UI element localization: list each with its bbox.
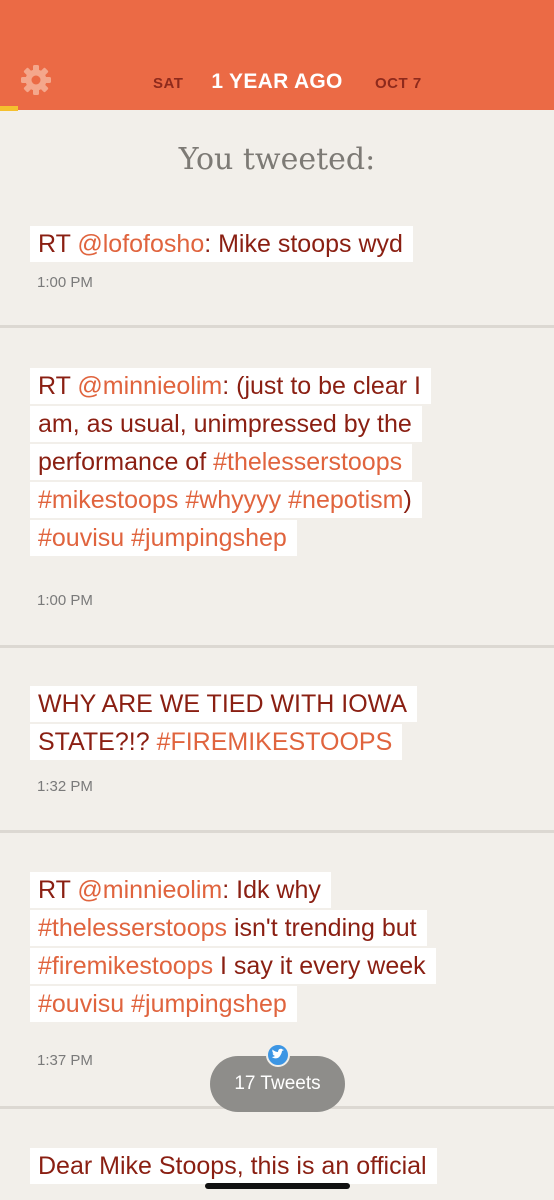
tweet-text: RT @minnieolim: (just to be clear I am, a… [30, 368, 530, 558]
hashtag-link[interactable]: #mikestoops [38, 486, 178, 514]
app-header: SAT 1 YEAR AGO OCT 7 [0, 0, 554, 111]
tweet-text-segment: : Idk why [222, 876, 321, 904]
hashtag-link[interactable]: #jumpingshep [131, 990, 287, 1018]
tweet-text: RT @minnieolim: Idk why #thelesserstoops … [30, 872, 530, 1024]
tweet-divider [0, 830, 554, 833]
next-day-button[interactable]: OCT 7 [375, 75, 422, 92]
tweet-line: RT @lofofosho: Mike stoops wyd [30, 226, 413, 262]
tweet-text-segment: ) [403, 486, 412, 514]
hashtag-link[interactable]: #ouvisu [38, 524, 124, 552]
tweet-text-segment: : Mike stoops wyd [204, 230, 403, 258]
tweet-text-segment: RT [38, 230, 78, 258]
tweet-text-segment: I say it every week [213, 952, 426, 980]
hashtag-link[interactable]: #jumpingshep [131, 524, 287, 552]
tweet-timestamp: 1:00 PM [37, 274, 93, 291]
tweet-text: RT @lofofosho: Mike stoops wyd [30, 226, 530, 264]
tweet-timestamp: 1:32 PM [37, 778, 93, 795]
hashtag-link[interactable]: #thelesserstoops [38, 914, 227, 942]
tweet-line: am, as usual, unimpressed by the [30, 406, 422, 442]
home-indicator [205, 1183, 350, 1189]
tweet-timestamp: 1:37 PM [37, 1052, 93, 1069]
mention-link[interactable]: @lofofosho [77, 230, 204, 258]
tweet-line: #mikestoops #whyyyy #nepotism) [30, 482, 422, 518]
tweet-line: #thelesserstoops isn't trending but [30, 910, 427, 946]
tweet-count-label: 17 Tweets [234, 1073, 321, 1094]
tweet-text-segment: RT [38, 876, 78, 904]
tweet-text-segment: STATE?!? [38, 728, 157, 756]
hashtag-link[interactable]: #nepotism [288, 486, 403, 514]
section-heading: You tweeted: [178, 142, 376, 177]
tweet-line: WHY ARE WE TIED WITH IOWA [30, 686, 417, 722]
hashtag-link[interactable]: #ouvisu [38, 990, 124, 1018]
tweet-text: WHY ARE WE TIED WITH IOWA STATE?!? #FIREM… [30, 686, 530, 762]
hashtag-link[interactable]: #firemikestoops [38, 952, 213, 980]
tweet-text-segment: RT [38, 372, 78, 400]
hashtag-link[interactable]: #FIREMIKESTOOPS [157, 728, 393, 756]
page-title: 1 YEAR AGO [211, 70, 343, 93]
tweet-line: performance of #thelesserstoops [30, 444, 413, 480]
tweet-line: #firemikestoops I say it every week [30, 948, 436, 984]
tweet-timestamp: 1:00 PM [37, 592, 93, 609]
tweet-line: RT @minnieolim: (just to be clear I [30, 368, 431, 404]
tweet-text-segment: isn't trending but [227, 914, 417, 942]
mention-link[interactable]: @minnieolim [77, 876, 222, 904]
tweet-text-segment: am, as usual, unimpressed by the [38, 410, 412, 438]
tweet-text-segment: performance of [38, 448, 214, 476]
tweet-line: Dear Mike Stoops, this is an official [30, 1148, 437, 1184]
tweet-line: #ouvisu #jumpingshep [30, 520, 297, 556]
tweet-divider [0, 645, 554, 648]
tweet-line: #ouvisu #jumpingshep [30, 986, 297, 1022]
tweet-line: STATE?!? #FIREMIKESTOOPS [30, 724, 403, 760]
header-accent-bar [0, 106, 18, 111]
tweet-text: Dear Mike Stoops, this is an official [30, 1148, 530, 1186]
tweet-text-segment: WHY ARE WE TIED WITH IOWA [38, 690, 407, 718]
mention-link[interactable]: @minnieolim [77, 372, 222, 400]
tweet-text-segment: Dear Mike Stoops, this is an official [38, 1152, 427, 1180]
tweet-text-segment: : (just to be clear I [222, 372, 421, 400]
tweet-line: RT @minnieolim: Idk why [30, 872, 331, 908]
hashtag-link[interactable]: #whyyyy [185, 486, 281, 514]
tweet-divider [0, 325, 554, 328]
hashtag-link[interactable]: #thelesserstoops [213, 448, 402, 476]
twitter-bird-icon [266, 1043, 290, 1067]
